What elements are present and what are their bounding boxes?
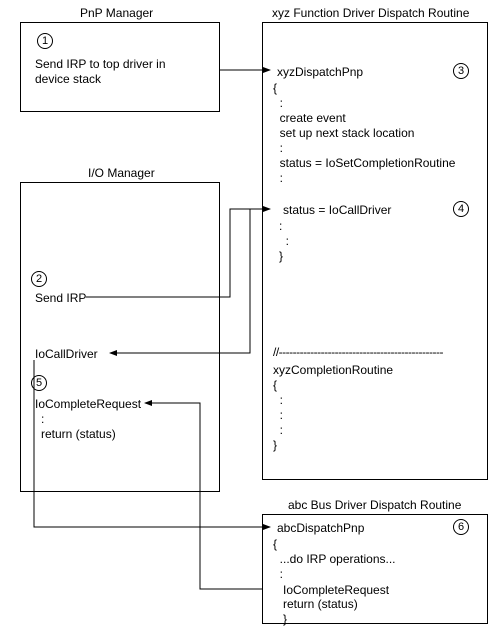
- func-body2: : : }: [279, 219, 289, 264]
- step-5-circle: 5: [31, 375, 47, 391]
- step-4-circle: 4: [453, 201, 469, 217]
- pnp-box: 1 Send IRP to top driver in device stack: [20, 22, 220, 112]
- bus-return: return (status) }: [283, 597, 358, 627]
- pnp-title: PnP Manager: [80, 6, 153, 20]
- bus-title: abc Bus Driver Dispatch Routine: [288, 498, 461, 512]
- bus-iocompleterequest: IoCompleteRequest: [283, 583, 389, 598]
- bus-box: abcDispatchPnp 6 { ...do IRP operations.…: [262, 514, 488, 624]
- func-iocalldriver: status = IoCallDriver: [283, 203, 391, 218]
- step-3-circle: 3: [453, 63, 469, 79]
- io-box: 2 Send IRP IoCallDriver 5 IoCompleteRequ…: [20, 182, 220, 492]
- func-body1: { : create event set up next stack locat…: [273, 81, 455, 186]
- pnp-text: Send IRP to top driver in device stack: [35, 57, 166, 87]
- io-send-irp: Send IRP: [35, 291, 86, 306]
- step-2-circle: 2: [31, 271, 47, 287]
- func-title: xyz Function Driver Dispatch Routine: [272, 6, 469, 20]
- bus-body: { ...do IRP operations... :: [273, 537, 396, 582]
- func-box: xyzDispatchPnp 3 { : create event set up…: [262, 22, 488, 480]
- func-fn-name: xyzDispatchPnp: [277, 65, 363, 80]
- func-divider: //--------------------------------------…: [273, 345, 443, 360]
- io-title: I/O Manager: [88, 166, 155, 180]
- io-return: return (status): [41, 427, 116, 442]
- step-1-circle: 1: [37, 33, 53, 49]
- step-6-circle: 6: [453, 519, 469, 535]
- bus-fn-name: abcDispatchPnp: [277, 521, 364, 536]
- func-completion: xyzCompletionRoutine { : : : }: [273, 363, 393, 453]
- io-iocalldriver: IoCallDriver: [35, 347, 98, 362]
- io-iocompleterequest: IoCompleteRequest: [35, 397, 141, 412]
